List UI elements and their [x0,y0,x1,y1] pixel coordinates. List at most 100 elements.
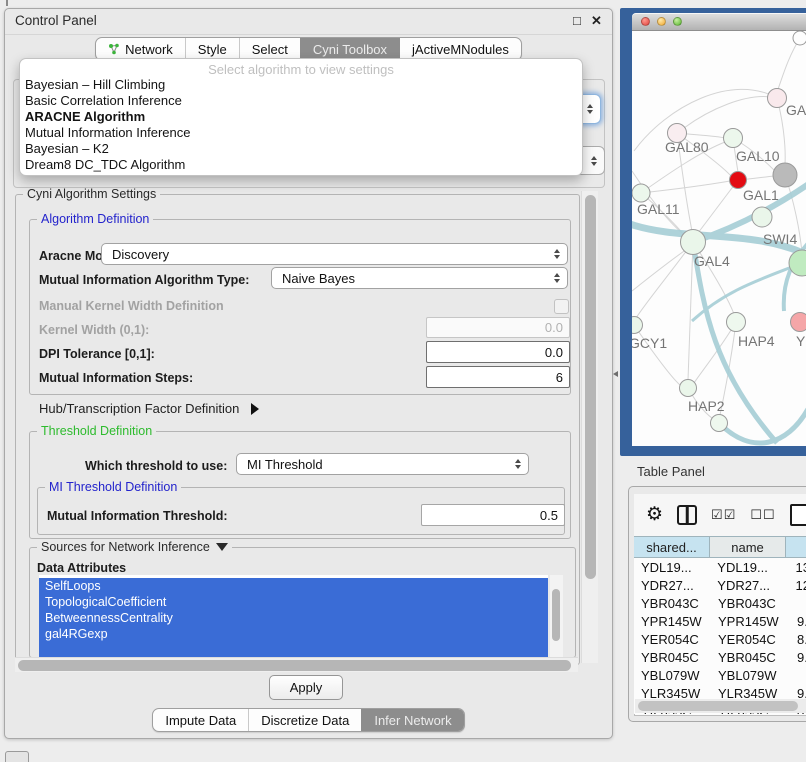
table-row[interactable]: YDR27... YDR27... 12 [634,576,806,594]
node-gal4[interactable] [681,230,706,255]
list-item[interactable]: SelfLoops [39,578,548,594]
tab-select-label: Select [252,42,288,57]
node-gal1[interactable] [730,172,747,189]
node-hap4[interactable] [727,313,746,332]
cell: YER054C [634,632,713,647]
tab-impute-data[interactable]: Impute Data [153,709,248,731]
dropdown-item[interactable]: Basic Correlation Inference [20,93,582,109]
node-gal11[interactable] [632,184,650,202]
mi-steps-value: 6 [556,370,563,385]
which-threshold-combo[interactable]: MI Threshold [236,453,529,475]
tab-infer-network[interactable]: Infer Network [361,709,463,731]
file-icon[interactable] [790,504,806,526]
cell: YBR043C [634,596,713,611]
dropdown-item[interactable]: Bayesian – Hill Climbing [20,77,582,93]
list-item[interactable]: TopologicalCoefficient [39,594,548,610]
apply-button[interactable]: Apply [269,675,343,700]
bottom-left-partial-button[interactable] [5,751,29,762]
node-hap2[interactable] [680,380,697,397]
kernel-width-value: 0.0 [545,320,563,335]
checked-columns-icon[interactable]: ☑☑ [711,507,736,523]
node[interactable] [793,31,806,45]
dropdown-placeholder: Select algorithm to view settings [20,61,582,77]
column-header-name[interactable]: name [710,536,786,558]
table-row[interactable]: YBL079W YBL079W [634,666,806,684]
cell: 9. [792,650,806,665]
table-horizontal-scrollbar[interactable] [635,699,806,713]
close-icon[interactable]: ✕ [591,13,602,29]
column-header-shared[interactable]: shared... [634,536,710,558]
group-title: Threshold Definition [37,424,156,438]
dropdown-item-selected[interactable]: ARACNE Algorithm [20,109,582,125]
aracne-mode-combo[interactable]: Discovery [101,243,568,265]
table-row[interactable]: YBR043C YBR043C [634,594,806,612]
dropdown-item[interactable]: Mutual Information Inference [20,125,582,141]
sources-group-title[interactable]: Sources for Network Inference [37,540,232,554]
list-item-partial[interactable] [39,642,548,657]
cell: YDR27... [634,578,712,593]
tab-jactivemnodules[interactable]: jActiveMNodules [399,38,521,60]
group-title: MI Threshold Definition [45,480,181,494]
tab-select[interactable]: Select [239,38,300,60]
node-label: HAP2 [688,398,725,414]
stepper-icon [554,249,560,259]
mac-zoom-icon[interactable] [673,17,682,26]
tab-discretize-data[interactable]: Discretize Data [248,709,361,731]
table-row[interactable]: YPR145W YPR145W 9. [634,612,806,630]
float-icon[interactable]: □ [573,13,581,29]
node-gray[interactable] [773,163,797,187]
collapse-arrow-icon [251,403,259,415]
settings-vertical-scrollbar[interactable] [581,191,598,663]
unchecked-columns-icon[interactable]: ☐☐ [750,507,775,523]
hub-section-toggle[interactable]: Hub/Transcription Factor Definition [39,401,259,416]
node-label: GAL1 [743,187,779,203]
dpi-tolerance-field[interactable]: 0.0 [426,341,570,363]
settings-horizontal-scrollbar[interactable] [15,657,578,672]
dpi-tolerance-value: 0.0 [545,345,563,360]
which-threshold-value: MI Threshold [247,457,323,472]
tab-network[interactable]: Network [96,38,185,60]
cell: YPR145W [634,614,713,629]
node-gcy1[interactable] [632,317,643,334]
list-item[interactable]: BetweennessCentrality [39,610,548,626]
table-row[interactable]: YDL19... YDL19... 13 [634,558,806,576]
network-window-titlebar[interactable] [632,13,806,31]
split-view-icon[interactable] [677,505,697,525]
node[interactable] [768,89,787,108]
table-scrollbar-thumb[interactable] [638,701,798,711]
mi-threshold-field[interactable]: 0.5 [421,504,565,526]
dropdown-item[interactable]: Dream8 DC_TDC Algorithm [20,157,582,173]
list-scrollbar[interactable] [550,575,563,657]
tab-style[interactable]: Style [185,38,239,60]
cell: 13 [791,560,806,575]
mac-close-icon[interactable] [641,17,650,26]
kernel-width-field[interactable]: 0.0 [426,317,570,338]
vertical-scrollbar-thumb[interactable] [585,195,596,579]
node-label: Y [796,333,806,349]
splitter-arrow-icon[interactable] [613,371,618,377]
cell: YER054C [713,632,792,647]
list-item[interactable]: gal4RGexp [39,626,548,642]
node[interactable] [711,415,728,432]
dropdown-item[interactable]: Bayesian – K2 [20,141,582,157]
mi-steps-field[interactable]: 6 [426,366,570,388]
table-row[interactable]: YER054C YER054C 8. [634,630,806,648]
gear-icon[interactable]: ⚙ [646,505,663,525]
node-gal10[interactable] [724,129,743,148]
column-header-partial[interactable] [786,536,806,558]
table-row[interactable]: YBR045C YBR045C 9. [634,648,806,666]
mac-minimize-icon[interactable] [657,17,666,26]
group-title: Algorithm Definition [37,212,153,226]
control-panel: Control Panel □ ✕ Network Style Select [4,8,613,739]
data-attributes-list: SelfLoops TopologicalCoefficient Between… [39,575,548,657]
table-rows: YDL19... YDL19... 13 YDR27... YDR27... 1… [634,558,806,714]
node-swi4[interactable] [752,207,772,227]
horizontal-scrollbar-thumb[interactable] [18,660,571,671]
manual-kernel-checkbox[interactable] [554,299,569,314]
network-canvas[interactable]: GAL GAL80 GAL10 GAL1 GAL11 SWI4 GAL4 GCY… [632,31,806,446]
tab-cyni-toolbox[interactable]: Cyni Toolbox [300,38,399,60]
tab-network-label: Network [125,42,173,57]
mi-type-combo[interactable]: Naive Bayes [271,267,568,289]
node-salmon[interactable] [791,313,806,332]
list-scrollbar-thumb[interactable] [552,589,560,641]
